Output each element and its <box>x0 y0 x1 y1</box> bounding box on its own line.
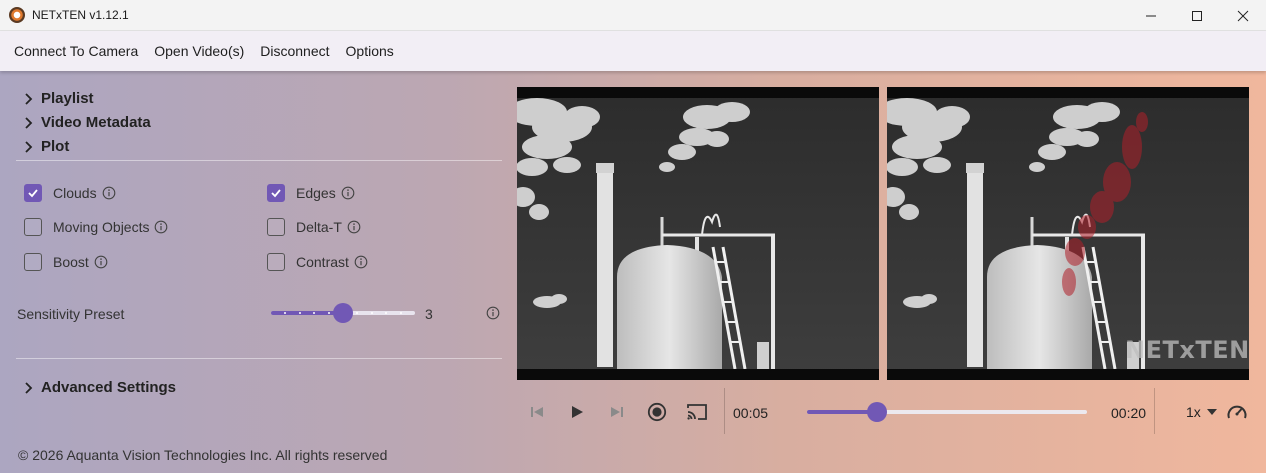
option-boost[interactable]: Boost <box>24 253 108 271</box>
info-icon[interactable] <box>154 220 168 234</box>
option-moving-objects-label: Moving Objects <box>53 219 150 235</box>
watermark: NETxTEN <box>1125 336 1249 364</box>
sensitivity-label: Sensitivity Preset <box>17 306 125 322</box>
slider-tick <box>298 312 301 314</box>
divider <box>724 388 725 434</box>
skip-previous-button[interactable] <box>527 402 547 422</box>
divider <box>16 358 502 359</box>
slider-tick <box>385 312 388 314</box>
slider-thumb[interactable] <box>333 303 353 323</box>
divider <box>16 160 502 161</box>
option-boost-label: Boost <box>53 254 89 270</box>
checkmark-icon <box>271 189 281 198</box>
menu-bar: Connect To Camera Open Video(s) Disconne… <box>0 31 1266 71</box>
checkbox-contrast[interactable] <box>267 253 285 271</box>
slider-tick <box>356 312 359 314</box>
option-clouds[interactable]: Clouds <box>24 184 116 202</box>
checkbox-moving-objects[interactable] <box>24 218 42 236</box>
accordion-playlist[interactable]: Playlist <box>22 90 94 107</box>
letterbox-bottom <box>517 369 879 380</box>
maximize-icon <box>1192 10 1202 21</box>
play-icon <box>572 406 583 418</box>
cast-icon <box>687 404 707 420</box>
option-contrast[interactable]: Contrast <box>267 253 368 271</box>
info-icon[interactable] <box>354 255 368 269</box>
menu-connect-to-camera[interactable]: Connect To Camera <box>6 31 146 71</box>
advanced-settings-label: Advanced Settings <box>41 379 177 396</box>
seek-thumb[interactable] <box>867 402 887 422</box>
video-processed[interactable]: NETxTEN <box>887 87 1249 380</box>
slider-tick <box>313 312 316 314</box>
slider-tick <box>284 312 287 314</box>
thermal-frame <box>517 87 879 380</box>
menu-disconnect[interactable]: Disconnect <box>252 31 337 71</box>
speedometer-icon <box>1227 405 1247 419</box>
divider <box>1154 388 1155 434</box>
close-icon <box>1237 10 1249 21</box>
chevron-down-icon <box>1206 409 1217 415</box>
skip-next-icon <box>611 407 623 417</box>
title-bar: NETxTEN v1.12.1 <box>0 0 1266 31</box>
slider-tick <box>399 312 402 314</box>
skip-next-button[interactable] <box>607 402 627 422</box>
speed-value: 1x <box>1186 404 1201 420</box>
menu-open-videos[interactable]: Open Video(s) <box>146 31 252 71</box>
play-button[interactable] <box>567 402 587 422</box>
info-icon[interactable] <box>486 306 500 320</box>
chevron-right-icon <box>25 116 33 129</box>
window-controls <box>1128 0 1266 31</box>
accordion-video-metadata[interactable]: Video Metadata <box>22 114 151 131</box>
checkmark-icon <box>28 189 38 198</box>
chevron-right-icon <box>25 92 33 105</box>
option-edges-label: Edges <box>296 185 336 201</box>
seek-bar[interactable] <box>807 402 1087 422</box>
current-time: 00:05 <box>733 405 769 421</box>
info-icon[interactable] <box>94 255 108 269</box>
video-original[interactable] <box>517 87 879 380</box>
info-icon[interactable] <box>347 220 361 234</box>
close-button[interactable] <box>1220 0 1266 31</box>
accordion-playlist-label: Playlist <box>41 90 94 107</box>
option-edges[interactable]: Edges <box>267 184 355 202</box>
accordion-plot[interactable]: Plot <box>22 138 69 155</box>
info-icon[interactable] <box>102 186 116 200</box>
option-moving-objects[interactable]: Moving Objects <box>24 218 168 236</box>
option-delta-t-label: Delta-T <box>296 219 342 235</box>
record-icon <box>647 402 667 422</box>
menu-options[interactable]: Options <box>338 31 402 71</box>
option-contrast-label: Contrast <box>296 254 349 270</box>
option-delta-t[interactable]: Delta-T <box>267 218 361 236</box>
accordion-video-metadata-label: Video Metadata <box>41 114 151 131</box>
app-icon <box>9 7 25 23</box>
sensitivity-slider[interactable] <box>271 303 415 323</box>
slider-tick <box>327 312 330 314</box>
letterbox-top <box>887 87 1249 98</box>
chevron-right-icon <box>25 140 33 153</box>
minimize-button[interactable] <box>1128 0 1174 31</box>
checkbox-delta-t[interactable] <box>267 218 285 236</box>
checkbox-edges[interactable] <box>267 184 285 202</box>
checkbox-clouds[interactable] <box>24 184 42 202</box>
skip-previous-icon <box>531 407 543 417</box>
speed-selector[interactable]: 1x <box>1186 404 1217 420</box>
minimize-icon <box>1146 15 1156 16</box>
letterbox-top <box>517 87 879 98</box>
checkbox-boost[interactable] <box>24 253 42 271</box>
footer-copyright: © 2026 Aquanta Vision Technologies Inc. … <box>18 447 388 463</box>
record-button[interactable] <box>646 401 668 423</box>
window-title: NETxTEN v1.12.1 <box>32 8 129 22</box>
option-clouds-label: Clouds <box>53 185 97 201</box>
sensitivity-value: 3 <box>425 306 433 322</box>
letterbox-bottom <box>887 369 1249 380</box>
info-icon[interactable] <box>341 186 355 200</box>
accordion-plot-label: Plot <box>41 138 70 155</box>
cast-button[interactable] <box>684 401 710 423</box>
chevron-right-icon <box>25 381 33 394</box>
maximize-button[interactable] <box>1174 0 1220 31</box>
total-time: 00:20 <box>1111 405 1147 421</box>
speedometer-button[interactable] <box>1225 401 1249 423</box>
accordion-advanced-settings[interactable]: Advanced Settings <box>22 379 176 396</box>
slider-tick <box>370 312 373 314</box>
